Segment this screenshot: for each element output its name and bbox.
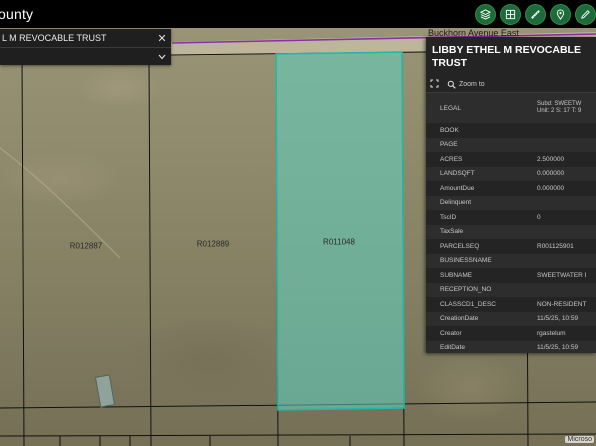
attribute-value: SWEETWATER I: [537, 271, 587, 279]
table-row: LANDSQFT 0.000000: [426, 166, 596, 181]
attribute-value: 0.000000: [537, 170, 565, 178]
attribute-value: [537, 283, 596, 298]
table-row: PARCELSEQ R001125901: [426, 239, 596, 254]
attribute-value: Subd: SWEETW Unit: 2 S: 17 T: 9: [537, 93, 596, 123]
attribute-value: NON-RESIDENT: [537, 300, 587, 308]
attribute-value: [537, 225, 596, 240]
popup-actions: Zoom to: [426, 77, 596, 93]
selected-parcel-highlight[interactable]: [275, 51, 405, 411]
attribute-value: 0.000000: [537, 184, 565, 192]
attribute-key: PARCELSEQ: [440, 242, 480, 250]
search-source-dropdown[interactable]: [0, 48, 171, 65]
attribute-value: 11/5/25, 10:59: [537, 344, 579, 352]
toolbar: [475, 4, 596, 25]
legal-value-line: Unit: 2 S: 17 T: 9: [537, 108, 582, 114]
attribute-key: Creator: [440, 329, 462, 337]
pencil-icon: [581, 10, 590, 19]
attribute-key: AmountDue: [440, 184, 475, 192]
popup-title: LIBBY ETHEL M REVOCABLE TRUST: [432, 44, 581, 69]
measure-button[interactable]: [525, 4, 546, 25]
attribute-value: 0: [537, 213, 541, 221]
search-input-row[interactable]: L M REVOCABLE TRUST ✕: [0, 29, 171, 48]
attribute-key: LANDSQFT: [440, 170, 475, 178]
table-row: BOOK: [426, 123, 596, 138]
zoom-icon: [447, 80, 456, 89]
top-bar: ounty: [0, 0, 596, 28]
locate-button[interactable]: [550, 4, 571, 25]
table-row: TscID 0: [426, 210, 596, 225]
attribute-table: LEGAL Subd: SWEETW Unit: 2 S: 17 T: 9 BO…: [426, 93, 596, 353]
legal-value-line: Subd: SWEETW: [537, 100, 582, 107]
attribute-key: Delinquent: [440, 199, 472, 207]
search-panel: L M REVOCABLE TRUST ✕: [0, 29, 171, 65]
zoom-to-button[interactable]: Zoom to: [447, 80, 485, 89]
chevron-down-icon: [153, 52, 171, 62]
table-row: CLASSCD1_DESC NON-RESIDENT: [426, 297, 596, 312]
app-title: ounty: [0, 6, 34, 22]
measure-icon: [531, 10, 540, 19]
attribute-key: RECEPTION_NO: [440, 286, 492, 294]
table-row: EditDate 11/5/25, 10:59: [426, 340, 596, 353]
table-row: Creator rgastelum: [426, 326, 596, 341]
table-row: SUBNAME SWEETWATER I: [426, 268, 596, 283]
attribute-key: PAGE: [440, 141, 458, 149]
table-row: BUSINESSNAME: [426, 253, 596, 269]
table-row: ACRES 2.500000: [426, 152, 596, 167]
attribute-key: BUSINESSNAME: [440, 257, 492, 265]
attribute-key: LEGAL: [440, 104, 461, 112]
attribute-value: [537, 138, 596, 153]
table-row: TaxSale: [426, 224, 596, 240]
attribute-key: ACRES: [440, 155, 463, 163]
search-input[interactable]: L M REVOCABLE TRUST: [0, 33, 153, 43]
attribute-key: CreationDate: [440, 315, 479, 323]
table-row: AmountDue 0.000000: [426, 181, 596, 196]
attribute-value: [537, 196, 596, 211]
attribute-key: EditDate: [440, 344, 465, 352]
basemap-button[interactable]: [500, 4, 521, 25]
attribute-value: rgastelum: [537, 329, 566, 337]
parcel-label: R012887: [69, 241, 103, 251]
attribute-value: 2.500000: [537, 155, 565, 163]
attribute-value: [537, 254, 596, 269]
close-icon: ✕: [157, 32, 167, 45]
draw-button[interactable]: [575, 4, 596, 25]
feature-popup: LIBBY ETHEL M REVOCABLE TRUST Zoom to LE…: [426, 37, 596, 353]
expand-icon[interactable]: [430, 79, 439, 90]
attribute-key: TaxSale: [440, 228, 464, 236]
attribute-key: SUBNAME: [440, 271, 473, 279]
parcel-label: R012889: [196, 239, 230, 249]
attribute-key: TscID: [440, 213, 457, 221]
attribute-key: CLASSCD1_DESC: [440, 300, 496, 308]
table-row: LEGAL Subd: SWEETW Unit: 2 S: 17 T: 9: [426, 93, 596, 123]
clear-search-button[interactable]: ✕: [153, 32, 171, 45]
zoom-to-label: Zoom to: [459, 81, 485, 88]
table-row: Delinquent: [426, 195, 596, 211]
layers-button[interactable]: [475, 4, 496, 25]
layers-icon: [480, 9, 491, 20]
attribute-value: R001125901: [537, 242, 574, 250]
table-row: CreationDate 11/5/25, 10:59: [426, 311, 596, 326]
parcel-label: R011048: [323, 237, 355, 247]
attribute-key: BOOK: [440, 126, 459, 134]
table-row: PAGE: [426, 137, 596, 153]
table-row: RECEPTION_NO: [426, 282, 596, 298]
map-attribution: Microso: [565, 436, 594, 443]
location-pin-icon: [556, 9, 565, 20]
attribute-value: 11/5/25, 10:59: [537, 315, 579, 323]
grid-icon: [505, 9, 516, 20]
structure: [94, 374, 116, 408]
attribute-value: [537, 123, 596, 138]
